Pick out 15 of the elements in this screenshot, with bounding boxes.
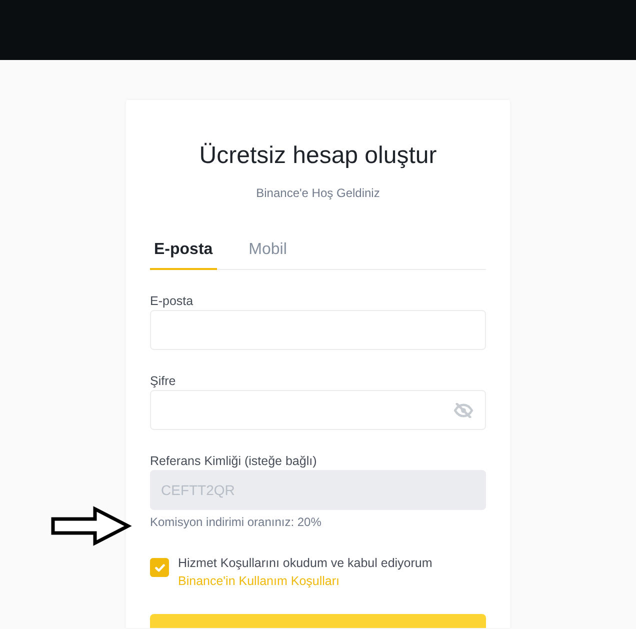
- check-icon: [154, 564, 164, 572]
- eye-slash-icon[interactable]: [454, 402, 473, 418]
- form-title: Ücretsiz hesap oluştur: [198, 141, 438, 171]
- input-field[interactable]: [150, 390, 486, 430]
- hint-text: Komisyon indirimi oranınız: 20%: [150, 514, 322, 530]
- tab[interactable]: Mobil: [244, 239, 291, 270]
- submit-button[interactable]: [150, 614, 486, 628]
- terms-text: Hizmet Koşullarını okudum ve kabul ediyorum Binance'in Kullanım Koşulları: [178, 555, 434, 590]
- field-label: Referans Kimliği (isteğe bağlı): [150, 453, 318, 470]
- form-subtitle: Binance'e Hoş Geldiniz: [255, 185, 381, 201]
- field-label: E-posta: [150, 293, 194, 310]
- checkbox[interactable]: [150, 558, 169, 577]
- tab[interactable]: E-posta: [150, 239, 217, 270]
- terms-link[interactable]: Binance'in Kullanım Koşulları: [178, 574, 340, 588]
- field-label: Şifre: [150, 373, 177, 390]
